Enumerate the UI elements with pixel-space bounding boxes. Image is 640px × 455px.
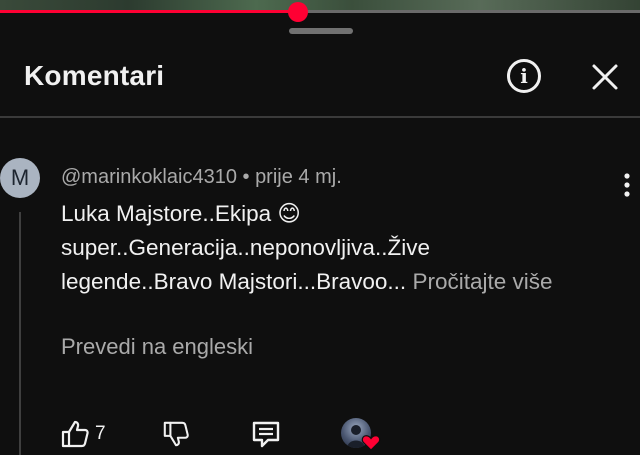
comment-meta: @marinkoklaic4310 • prije 4 mj. bbox=[61, 166, 342, 189]
close-button[interactable] bbox=[590, 62, 620, 92]
avatar[interactable]: M bbox=[0, 158, 40, 198]
comments-header: Komentari i bbox=[0, 50, 640, 116]
like-count: 7 bbox=[95, 423, 106, 444]
creator-heart bbox=[341, 418, 381, 454]
video-progress-bar[interactable] bbox=[0, 2, 640, 22]
more-vertical-icon bbox=[624, 173, 630, 197]
panel-title: Komentari bbox=[24, 60, 165, 91]
dislike-button[interactable] bbox=[162, 419, 190, 449]
progress-thumb[interactable] bbox=[287, 2, 308, 22]
comment-author[interactable]: @marinkoklaic4310 bbox=[61, 166, 237, 188]
reply-icon bbox=[252, 421, 280, 448]
read-more-link[interactable]: Pročitajte više bbox=[412, 269, 552, 294]
reply-button[interactable] bbox=[250, 419, 282, 449]
drag-handle[interactable] bbox=[289, 28, 353, 34]
like-button[interactable]: 7 bbox=[60, 419, 106, 449]
thumbs-down-icon bbox=[163, 421, 189, 447]
thumbs-up-icon bbox=[61, 420, 89, 448]
meta-separator: • bbox=[236, 166, 256, 188]
creator-heart-icon bbox=[361, 435, 381, 451]
progress-fill bbox=[0, 10, 298, 13]
avatar-letter: M bbox=[10, 165, 30, 190]
comment-age: prije 4 mj. bbox=[255, 166, 342, 188]
info-button[interactable]: i bbox=[507, 59, 541, 93]
comment-text: Luka Majstore..Ekipa 😊 super..Generacija… bbox=[61, 197, 621, 299]
thread-line bbox=[19, 212, 21, 455]
comment-line: Luka Majstore..Ekipa 😊 bbox=[61, 201, 301, 226]
comment-line-text: legende..Bravo Majstori...Bravoo... bbox=[61, 269, 407, 294]
comment-line: legende..Bravo Majstori...Bravoo... Proč… bbox=[61, 265, 621, 299]
comment-line: super..Generacija..neponovljiva..Žive bbox=[61, 235, 430, 260]
translate-link[interactable]: Prevedi na engleski bbox=[61, 334, 253, 360]
header-divider bbox=[0, 116, 640, 118]
close-icon bbox=[592, 64, 618, 90]
info-circle-icon: i bbox=[520, 64, 528, 88]
more-options-button[interactable] bbox=[620, 172, 634, 198]
